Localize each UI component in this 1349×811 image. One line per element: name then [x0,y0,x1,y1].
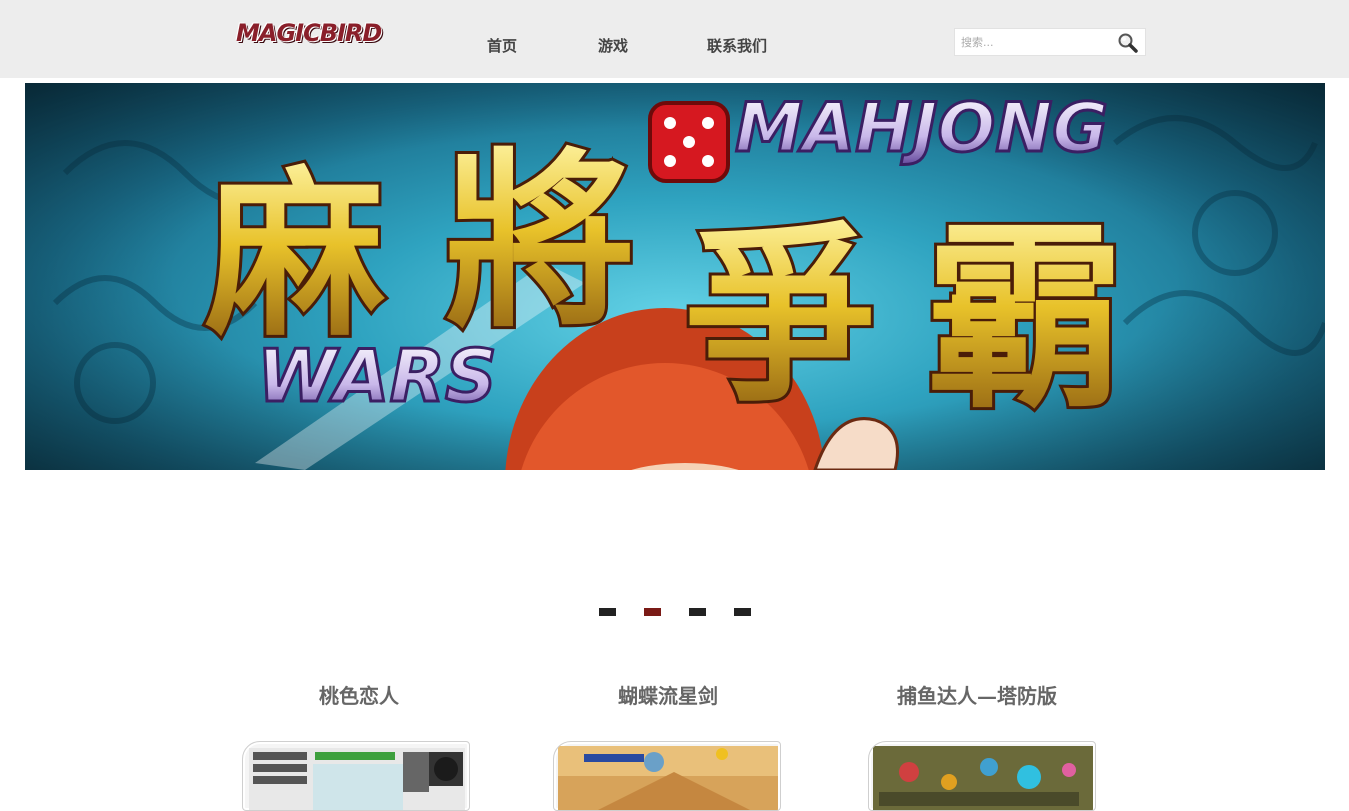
game-thumbnail-butterfly-sword[interactable] [553,741,781,811]
slider-dot-1[interactable] [599,608,616,616]
game-title-peach-lover[interactable]: 桃色恋人 [319,684,399,708]
search-box [954,28,1146,56]
banner-artwork: MAHJONG WARS 麻 將 爭 霸 [25,83,1325,470]
svg-text:將: 將 [445,130,635,353]
nav-item-games[interactable]: 游戏 [598,36,628,56]
dice-icon [648,101,730,183]
slider-dot-2[interactable] [644,608,661,616]
svg-text:麻: 麻 [205,150,385,361]
slider-dot-3[interactable] [689,608,706,616]
magnifier-icon[interactable] [1117,32,1139,54]
game-thumbnail-peach-lover[interactable] [242,741,470,811]
site-header: MAGICBIRD 首页 游戏 联系我们 [0,0,1349,78]
site-logo[interactable]: MAGICBIRD [236,17,382,49]
nav-item-contact[interactable]: 联系我们 [707,36,767,56]
hero-banner[interactable]: MAHJONG WARS 麻 將 爭 霸 [25,83,1325,470]
game-thumbnail-fishing-td[interactable] [868,741,1096,811]
svg-text:爭: 爭 [685,205,875,428]
game-title-fishing-td[interactable]: 捕鱼达人—塔防版 [897,684,1057,708]
svg-text:MAHJONG: MAHJONG [735,89,1108,168]
nav-item-home[interactable]: 首页 [487,36,517,56]
svg-text:霸: 霸 [925,201,1125,436]
game-title-butterfly-sword[interactable]: 蝴蝶流星剑 [618,684,718,708]
slider-dot-4[interactable] [734,608,751,616]
search-input[interactable] [961,33,1111,51]
